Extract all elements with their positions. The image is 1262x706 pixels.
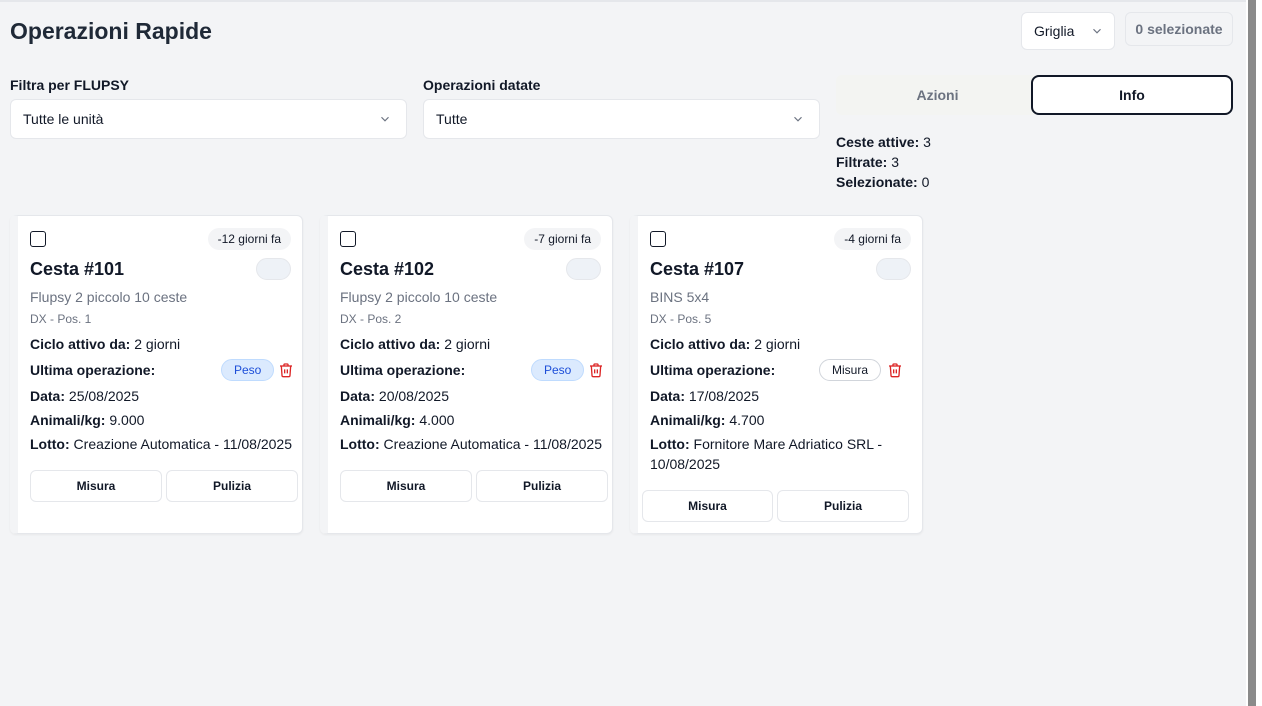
flupsy-name: BINS 5x4: [650, 289, 710, 305]
days-ago-badge: -7 giorni fa: [524, 228, 601, 250]
view-mode-value: Griglia: [1034, 23, 1075, 39]
tab-azioni[interactable]: Azioni: [836, 75, 1039, 115]
misura-button[interactable]: Misura: [642, 490, 773, 522]
cycle-row: Ciclo attivo da: 2 giorni: [30, 336, 181, 352]
chevron-down-icon: [1093, 28, 1101, 34]
dated-filter-label: Operazioni datate: [423, 77, 541, 93]
last-operation-label: Ultima operazione:: [30, 362, 156, 378]
operation-badge: Misura: [819, 359, 882, 381]
card-checkbox[interactable]: [340, 231, 356, 247]
page-title: Operazioni Rapide: [10, 18, 212, 44]
misura-button[interactable]: Misura: [30, 470, 162, 502]
cycle-row: Ciclo attivo da: 2 giorni: [650, 336, 801, 352]
days-ago-badge: -4 giorni fa: [834, 228, 911, 250]
dated-filter-value: Tutte: [436, 111, 468, 127]
flupsy-filter-select[interactable]: Tutte le unità: [10, 99, 407, 139]
card-title: Cesta #107: [650, 259, 745, 279]
trash-icon[interactable]: [278, 362, 294, 378]
flupsy-filter-label: Filtra per FLUPSY: [10, 77, 130, 93]
last-operation-label: Ultima operazione:: [650, 362, 776, 378]
chevron-down-icon: [381, 116, 389, 122]
last-operation-label: Ultima operazione:: [340, 362, 466, 378]
lot-row: Lotto: Fornitore Mare Adriatico SRL - 10…: [650, 436, 883, 472]
basket-position: DX - Pos. 1: [30, 312, 92, 326]
status-pill: [876, 258, 911, 280]
date-row: Data: 20/08/2025: [340, 388, 449, 404]
operation-badge: Peso: [531, 359, 585, 381]
tabs: Azioni Info: [836, 75, 1233, 115]
scrollbar[interactable]: [1246, 0, 1262, 706]
days-ago-badge: -12 giorni fa: [207, 228, 291, 250]
trash-icon[interactable]: [887, 362, 903, 378]
date-row: Data: 17/08/2025: [650, 388, 759, 404]
basket-card: -12 giorni fa Cesta #101 Flupsy 2 piccol…: [10, 215, 303, 534]
basket-position: DX - Pos. 5: [650, 312, 712, 326]
scrollbar-thumb[interactable]: [1248, 0, 1256, 706]
date-row: Data: 25/08/2025: [30, 388, 139, 404]
basket-card: -4 giorni fa Cesta #107 BINS 5x4 DX - Po…: [630, 215, 923, 534]
chevron-down-icon: [794, 116, 802, 122]
selected-count-button[interactable]: 0 selezionate: [1125, 12, 1233, 46]
misura-button[interactable]: Misura: [340, 470, 472, 502]
status-pill: [256, 258, 291, 280]
cycle-row: Ciclo attivo da: 2 giorni: [340, 336, 491, 352]
pulizia-button[interactable]: Pulizia: [777, 490, 909, 522]
basket-position: DX - Pos. 2: [340, 312, 402, 326]
card-title: Cesta #101: [30, 259, 125, 279]
card-checkbox[interactable]: [30, 231, 46, 247]
animals-row: Animali/kg: 9.000: [30, 412, 145, 428]
lot-row: Lotto: Creazione Automatica - 11/08/2025: [30, 436, 292, 452]
animals-row: Animali/kg: 4.000: [340, 412, 455, 428]
basket-card: -7 giorni fa Cesta #102 Flupsy 2 piccolo…: [320, 215, 613, 534]
flupsy-name: Flupsy 2 piccolo 10 ceste: [30, 289, 188, 305]
tab-info[interactable]: Info: [1031, 75, 1233, 115]
stats-panel: Ceste attive: 3 Filtrate: 3 Selezionate:…: [836, 132, 931, 192]
flupsy-filter-value: Tutte le unità: [23, 111, 104, 127]
animals-row: Animali/kg: 4.700: [650, 412, 765, 428]
flupsy-name: Flupsy 2 piccolo 10 ceste: [340, 289, 498, 305]
lot-row: Lotto: Creazione Automatica - 11/08/2025: [340, 436, 602, 452]
top-border: [0, 0, 1246, 2]
stat-selezionate: Selezionate: 0: [836, 174, 930, 190]
dated-filter-select[interactable]: Tutte: [423, 99, 820, 139]
pulizia-button[interactable]: Pulizia: [166, 470, 298, 502]
view-mode-select[interactable]: Griglia: [1021, 12, 1115, 50]
status-pill: [566, 258, 601, 280]
card-checkbox[interactable]: [650, 231, 666, 247]
stat-filtrate: Filtrate: 3: [836, 154, 900, 170]
card-title: Cesta #102: [340, 259, 435, 279]
trash-icon[interactable]: [588, 362, 604, 378]
pulizia-button[interactable]: Pulizia: [476, 470, 608, 502]
stat-attive: Ceste attive: 3: [836, 134, 931, 150]
operation-badge: Peso: [221, 359, 275, 381]
